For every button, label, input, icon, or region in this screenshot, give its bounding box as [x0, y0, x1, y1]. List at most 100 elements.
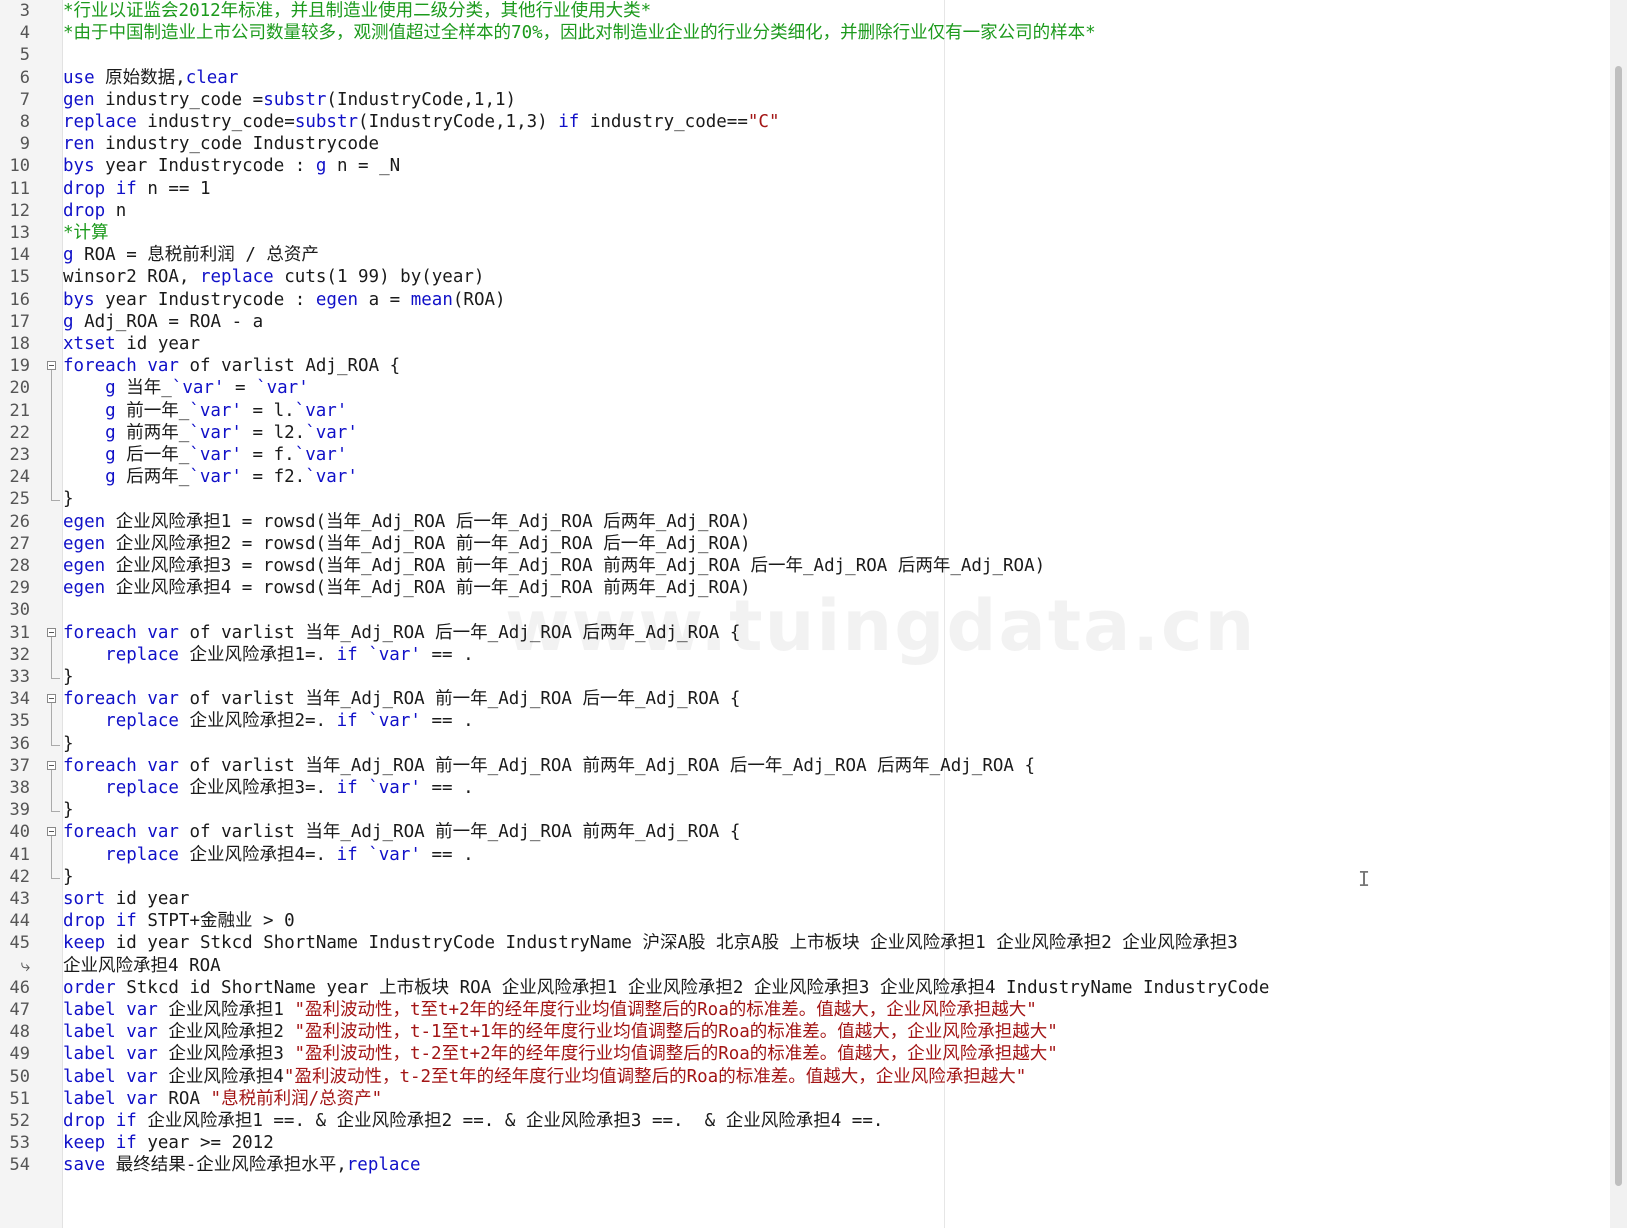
vertical-scrollbar[interactable] [1610, 0, 1627, 1228]
fold-toggle-icon[interactable] [47, 694, 56, 704]
code-line[interactable]: 14 g ROA = 息税前利润 / 总资产 [0, 244, 1610, 267]
code-line[interactable]: 16 bys year Industrycode : egen a = mean(… [0, 289, 1610, 312]
code-token: = l. [241, 400, 295, 421]
code-line[interactable]: 34 foreach var of varlist 当年_Adj_ROA 前一年_… [0, 688, 1610, 711]
code-line[interactable]: 22 g 前两年_`var' = l2.`var' [0, 422, 1610, 445]
code-line[interactable]: 26 egen 企业风险承担1 = rowsd(当年_Adj_ROA 后一年_Ad… [0, 511, 1610, 534]
code-line[interactable]: 28 egen 企业风险承担3 = rowsd(当年_Adj_ROA 前一年_Ad… [0, 555, 1610, 578]
code-line[interactable]: 19 foreach var of varlist Adj_ROA { [0, 355, 1610, 378]
code-line[interactable]: 44 drop if STPT+金融业 > 0 [0, 910, 1610, 933]
code-line[interactable]: 8 replace industry_code=substr(IndustryCo… [0, 111, 1610, 134]
line-number: 23 [9, 445, 30, 465]
code-line[interactable]: 37 foreach var of varlist 当年_Adj_ROA 前一年_… [0, 755, 1610, 778]
code-line[interactable]: 39} [0, 799, 1610, 822]
code-line[interactable]: 45 keep id year Stkcd ShortName IndustryC… [0, 932, 1610, 955]
code-line[interactable]: 25} [0, 488, 1610, 511]
line-number: 52 [9, 1111, 30, 1131]
code-text: xtset id year [63, 333, 200, 356]
code-line[interactable]: 23 g 后一年_`var' = f.`var' [0, 444, 1610, 467]
code-line[interactable]: 43 sort id year [0, 888, 1610, 911]
line-number: 21 [9, 400, 30, 421]
code-line[interactable]: 12 drop n [0, 200, 1610, 223]
code-token: g [105, 445, 116, 465]
code-line[interactable]: 4 *由于中国制造业上市公司数量较多，观测值超过全样本的70%，因此对制造业企业的… [0, 22, 1610, 45]
code-text: g 后两年_`var' = f2.`var' [63, 466, 358, 489]
code-line[interactable]: 30 [0, 599, 1610, 622]
code-line[interactable]: 6 use 原始数据,clear [0, 67, 1610, 90]
code-line[interactable]: 53 keep if year >= 2012 [0, 1132, 1610, 1155]
line-number: 48 [9, 1022, 30, 1043]
code-line[interactable]: 21 g 前一年_`var' = l.`var' [0, 400, 1610, 423]
code-text: egen 企业风险承担4 = rowsd(当年_Adj_ROA 前一年_Adj_… [63, 577, 751, 600]
code-token: if [115, 1133, 137, 1154]
code-line[interactable]: 20 g 当年_`var' = `var' [0, 377, 1610, 400]
code-token: == . [420, 844, 474, 865]
fold-toggle-icon[interactable] [47, 827, 56, 837]
code-token: 企业风险承担1 [157, 1000, 295, 1020]
code-token: "C" [747, 112, 780, 132]
line-number: 22 [9, 422, 30, 443]
code-line[interactable]: 5 [0, 44, 1610, 67]
code-line[interactable]: 9 ren industry_code Industrycode [0, 133, 1610, 156]
code-token: 企业风险承担1 = rowsd(当年_Adj_ROA 后一年_Adj_ROA 后… [105, 511, 751, 532]
code-line[interactable]: 50 label var 企业风险承担4"盈利波动性，t-2至t年的经年度行业均值… [0, 1066, 1610, 1089]
code-line[interactable]: 41 replace 企业风险承担4=. if `var' == . [0, 844, 1610, 867]
scrollbar-thumb[interactable] [1615, 66, 1622, 1186]
code-line[interactable]: 3 *行业以证监会2012年标准，并且制造业使用二级分类，其他行业使用大类* [0, 0, 1610, 23]
code-line[interactable]: 31 foreach var of varlist 当年_Adj_ROA 后一年_… [0, 622, 1610, 645]
code-line[interactable]: 7 gen industry_code =substr(IndustryCode,… [0, 89, 1610, 112]
code-line[interactable]: 49 label var 企业风险承担3 "盈利波动性，t-2至t+2年的经年度行… [0, 1043, 1610, 1066]
code-token: of varlist 当年_Adj_ROA 前一年_Adj_ROA 后一年_Ad… [178, 689, 741, 710]
code-line[interactable]: 40 foreach var of varlist 当年_Adj_ROA 前一年_… [0, 821, 1610, 844]
code-token: keep [63, 1133, 106, 1154]
code-line[interactable]: 18 xtset id year [0, 333, 1610, 356]
code-text: } [63, 799, 74, 822]
code-line[interactable]: 17 g Adj_ROA = ROA - a [0, 311, 1610, 334]
code-text: keep if year >= 2012 [63, 1132, 274, 1155]
code-line[interactable]: ⤷ 企业风险承担4 ROA [0, 955, 1610, 978]
fold-toggle-icon[interactable] [47, 760, 56, 770]
code-line[interactable]: 35 replace 企业风险承担2=. if `var' == . [0, 710, 1610, 733]
code-text: *行业以证监会2012年标准，并且制造业使用二级分类，其他行业使用大类* [63, 0, 651, 23]
code-token: } [63, 866, 74, 887]
code-token: 企业风险承担3 = rowsd(当年_Adj_ROA 前一年_Adj_ROA 前… [105, 556, 1046, 576]
code-token: (ROA) [452, 289, 506, 310]
line-number: 47 [9, 1000, 30, 1020]
code-line[interactable]: 46 order Stkcd id ShortName year 上市板块 ROA… [0, 977, 1610, 1000]
code-text: label var 企业风险承担4"盈利波动性，t-2至t年的经年度行业均值调整… [63, 1066, 1026, 1089]
code-token: if [336, 644, 358, 665]
code-line[interactable]: 27 egen 企业风险承担2 = rowsd(当年_Adj_ROA 前一年_Ad… [0, 533, 1610, 556]
code-line[interactable]: 10 bys year Industrycode : g n = _N [0, 155, 1610, 178]
line-number: 5 [19, 45, 30, 66]
code-line[interactable]: 15 winsor2 ROA, replace cuts(1 99) by(yea… [0, 266, 1610, 289]
line-number: 45 [9, 933, 30, 954]
code-line[interactable]: 51 label var ROA "息税前利润/总资产" [0, 1088, 1610, 1111]
code-editor[interactable]: www.tuingdata.cn 3 *行业以证监会2012年标准，并且制造业使用… [0, 0, 1627, 1228]
fold-toggle-icon[interactable] [47, 361, 56, 371]
code-line[interactable]: 24 g 后两年_`var' = f2.`var' [0, 466, 1610, 489]
code-line[interactable]: 54 save 最终结果-企业风险承担水平,replace [0, 1154, 1610, 1177]
code-line[interactable]: 29 egen 企业风险承担4 = rowsd(当年_Adj_ROA 前一年_Ad… [0, 577, 1610, 600]
code-line[interactable]: 11 drop if n == 1 [0, 178, 1610, 201]
code-area[interactable]: 3 *行业以证监会2012年标准，并且制造业使用二级分类，其他行业使用大类* 4 *由… [0, 0, 1610, 1228]
code-text: 企业风险承担4 ROA [63, 955, 221, 978]
code-token: `var' [368, 711, 421, 732]
code-line[interactable]: 38 replace 企业风险承担3=. if `var' == . [0, 777, 1610, 800]
code-line[interactable]: 13 *计算 [0, 222, 1610, 245]
code-token: = f2. [241, 467, 306, 488]
code-text: label var 企业风险承担2 "盈利波动性，t-1至t+1年的经年度行业均… [63, 1021, 1058, 1044]
line-number: 13 [9, 223, 30, 243]
code-text: save 最终结果-企业风险承担水平,replace [63, 1154, 421, 1177]
code-line[interactable]: 33} [0, 666, 1610, 689]
code-line[interactable]: 47 label var 企业风险承担1 "盈利波动性，t至t+2年的经年度行业均… [0, 999, 1610, 1022]
code-token: if [336, 778, 358, 798]
code-line[interactable]: 52 drop if 企业风险承担1 ==. & 企业风险承担2 ==. & 企业… [0, 1110, 1610, 1133]
code-line[interactable]: 48 label var 企业风险承担2 "盈利波动性，t-1至t+1年的经年度行… [0, 1021, 1610, 1044]
code-token: xtset [63, 334, 116, 354]
code-line[interactable]: 36} [0, 733, 1610, 756]
code-line[interactable]: 32 replace 企业风险承担1=. if `var' == . [0, 644, 1610, 667]
fold-toggle-icon[interactable] [47, 627, 56, 637]
